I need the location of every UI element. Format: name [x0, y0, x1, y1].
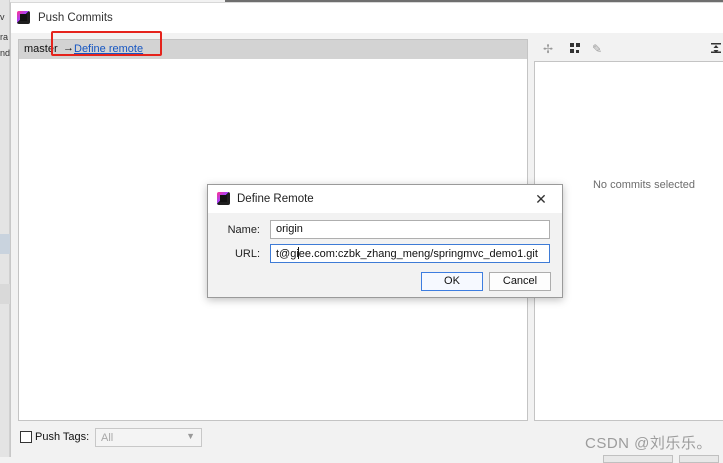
ide-text-fragment: nd: [0, 48, 10, 58]
dialog-title: Define Remote: [237, 193, 314, 205]
name-label: Name:: [227, 224, 260, 236]
push-tags-label: Push Tags:: [35, 431, 90, 443]
define-remote-dialog: Define Remote ✕ Name: origin URL: t@giee…: [207, 184, 563, 298]
intellij-icon: [17, 11, 30, 24]
ide-selection-bar: [0, 234, 10, 254]
chevron-down-icon: ▼: [186, 431, 195, 441]
cancel-button[interactable]: [679, 455, 719, 463]
url-field-value-end: ee.com:czbk_zhang_meng/springmvc_demo1.g…: [298, 248, 538, 260]
dialog-title-bar: Define Remote ✕: [208, 185, 562, 213]
push-button[interactable]: [603, 455, 673, 463]
watermark: CSDN @刘乐乐。: [585, 435, 712, 452]
url-label: URL:: [234, 248, 260, 260]
pin-icon[interactable]: ✢: [541, 42, 555, 56]
expand-icon[interactable]: [709, 42, 723, 56]
close-icon[interactable]: ✕: [531, 189, 551, 209]
details-toolbar: ✢ ✎: [535, 39, 723, 60]
url-field-value-start: t@gi: [276, 248, 299, 260]
group-icon[interactable]: [568, 42, 582, 56]
edit-icon[interactable]: ✎: [590, 42, 604, 56]
highlight-annotation: [51, 31, 162, 56]
ide-side-strip: v ra nd: [0, 0, 10, 457]
tags-select[interactable]: All ▼: [95, 428, 202, 447]
tags-select-value: All: [101, 432, 114, 444]
title-bar: Push Commits: [11, 3, 723, 33]
cancel-button[interactable]: Cancel: [489, 272, 551, 291]
window-title: Push Commits: [38, 12, 113, 24]
ide-selection-bar: [0, 284, 10, 304]
ok-button[interactable]: OK: [421, 272, 483, 291]
push-tags-checkbox[interactable]: [20, 431, 32, 443]
name-field-value: origin: [276, 223, 303, 235]
name-field[interactable]: origin: [270, 220, 550, 239]
ide-text-fragment: ra: [0, 32, 9, 42]
url-field[interactable]: t@giee.com:czbk_zhang_meng/springmvc_dem…: [270, 244, 550, 263]
ide-text-fragment: v: [0, 12, 5, 22]
empty-state-text: No commits selected: [592, 179, 696, 191]
intellij-icon: [217, 192, 230, 205]
